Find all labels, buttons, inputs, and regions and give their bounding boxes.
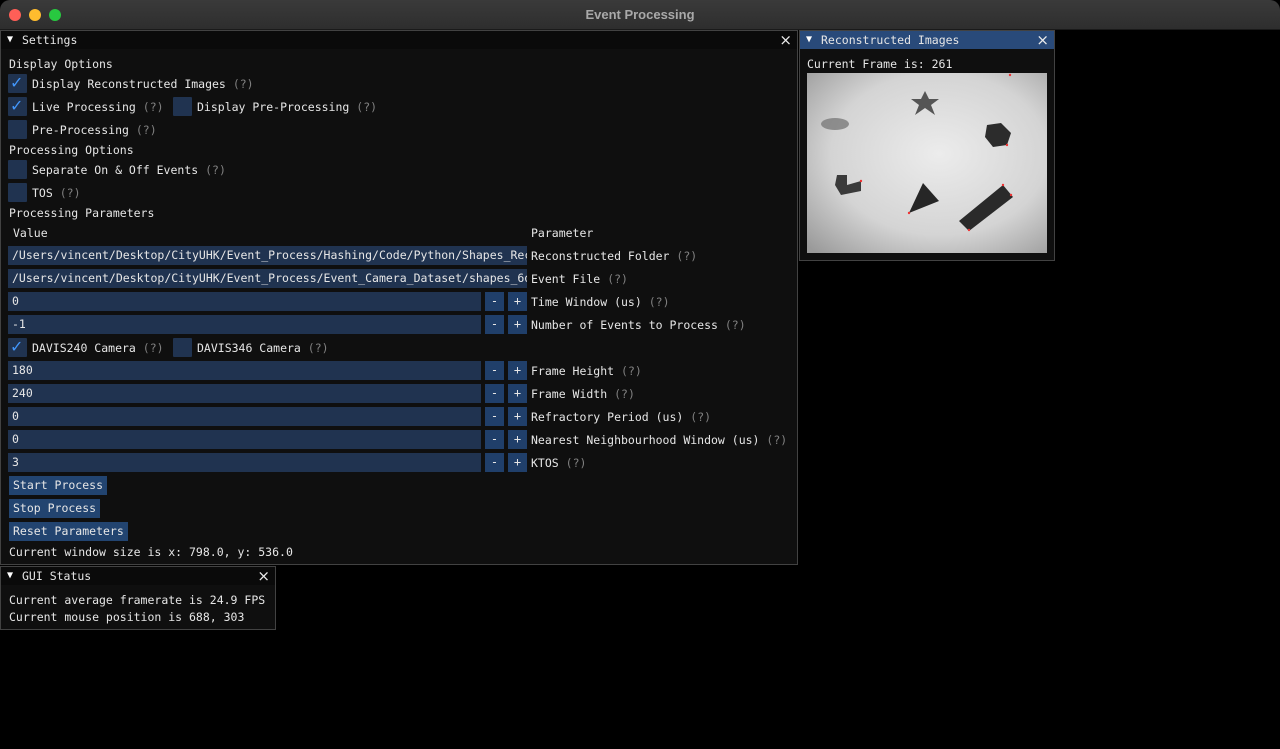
help-marker[interactable]: (?) <box>356 100 377 114</box>
frame-height-decrement-button[interactable]: - <box>485 361 504 380</box>
help-marker[interactable]: (?) <box>233 77 254 91</box>
frame-width-input[interactable]: 240 <box>8 384 481 403</box>
settings-panel: ▼ Settings × Display Options Display Rec… <box>0 30 798 565</box>
reconstructed-images-panel: ▼ Reconstructed Images × Current Frame i… <box>799 30 1055 261</box>
close-icon[interactable]: × <box>779 31 792 49</box>
display-reconstructed-checkbox[interactable] <box>8 73 27 93</box>
reconstructed-folder-label: Reconstructed Folder (?) <box>531 249 698 263</box>
time-window-decrement-button[interactable]: - <box>485 292 504 311</box>
settings-title: Settings <box>22 33 78 47</box>
app-window: Event Processing ▼ Settings × Display Op… <box>0 0 1280 749</box>
reconstructed-folder-input[interactable]: /Users/vincent/Desktop/CityUHK/Event_Pro… <box>8 246 527 265</box>
window-size-text: Current window size is x: 798.0, y: 536.… <box>9 545 293 559</box>
display-options-heading: Display Options <box>9 57 113 71</box>
reconstructed-image <box>807 73 1047 253</box>
mouse-position-text: Current mouse position is 688, 303 <box>9 610 245 624</box>
help-marker[interactable]: (?) <box>143 100 164 114</box>
close-icon[interactable]: × <box>257 567 270 585</box>
ktos-increment-button[interactable]: + <box>508 453 527 472</box>
refractory-increment-button[interactable]: + <box>508 407 527 426</box>
time-window-increment-button[interactable]: + <box>508 292 527 311</box>
davis346-checkbox[interactable] <box>173 338 192 357</box>
refractory-label: Refractory Period (us) (?) <box>531 410 712 424</box>
gui-status-title: GUI Status <box>22 569 92 583</box>
close-icon[interactable]: × <box>1036 31 1049 49</box>
preprocessing-label: Pre-Processing (?) <box>32 123 157 137</box>
nearest-neighbourhood-increment-button[interactable]: + <box>508 430 527 449</box>
current-frame-text: Current Frame is: 261 <box>807 57 953 71</box>
reset-parameters-button[interactable]: Reset Parameters <box>9 522 128 541</box>
frame-width-label: Frame Width (?) <box>531 387 635 401</box>
separate-on-off-label: Separate On & Off Events (?) <box>32 163 226 177</box>
ktos-decrement-button[interactable]: - <box>485 453 504 472</box>
gui-status-header[interactable]: ▼ GUI Status × <box>1 567 275 585</box>
start-process-button[interactable]: Start Process <box>9 476 108 495</box>
stop-process-button[interactable]: Stop Process <box>9 499 101 518</box>
help-marker[interactable]: (?) <box>676 249 697 263</box>
reconstructed-header[interactable]: ▼ Reconstructed Images × <box>800 31 1054 49</box>
help-marker[interactable]: (?) <box>60 186 81 200</box>
davis240-label: DAVIS240 Camera (?) <box>32 341 164 355</box>
processing-options-heading: Processing Options <box>9 143 134 157</box>
help-marker[interactable]: (?) <box>205 163 226 177</box>
num-events-increment-button[interactable]: + <box>508 315 527 334</box>
help-marker[interactable]: (?) <box>690 410 711 424</box>
help-marker[interactable]: (?) <box>725 318 746 332</box>
help-marker[interactable]: (?) <box>308 341 329 355</box>
help-marker[interactable]: (?) <box>136 123 157 137</box>
tos-checkbox[interactable] <box>8 183 27 202</box>
event-file-label: Event File (?) <box>531 272 628 286</box>
help-marker[interactable]: (?) <box>143 341 164 355</box>
window-titlebar: Event Processing <box>0 0 1280 30</box>
refractory-input[interactable]: 0 <box>8 407 481 426</box>
display-reconstructed-label: Display Reconstructed Images (?) <box>32 77 254 91</box>
help-marker[interactable]: (?) <box>621 364 642 378</box>
nearest-neighbourhood-decrement-button[interactable]: - <box>485 430 504 449</box>
help-marker[interactable]: (?) <box>607 272 628 286</box>
frame-height-label: Frame Height (?) <box>531 364 642 378</box>
processing-parameters-heading: Processing Parameters <box>9 206 155 220</box>
refractory-decrement-button[interactable]: - <box>485 407 504 426</box>
settings-header[interactable]: ▼ Settings × <box>1 31 797 49</box>
frame-height-increment-button[interactable]: + <box>508 361 527 380</box>
parameter-column-header: Parameter <box>531 226 594 240</box>
frame-height-input[interactable]: 180 <box>8 361 481 380</box>
num-events-label: Number of Events to Process (?) <box>531 318 746 332</box>
event-file-input[interactable]: /Users/vincent/Desktop/CityUHK/Event_Pro… <box>8 269 527 288</box>
framerate-text: Current average framerate is 24.9 FPS <box>9 593 266 607</box>
time-window-label: Time Window (us) (?) <box>531 295 670 309</box>
reconstructed-title: Reconstructed Images <box>821 33 960 47</box>
nearest-neighbourhood-label: Nearest Neighbourhood Window (us) (?) <box>531 433 788 447</box>
davis240-checkbox[interactable] <box>8 337 27 357</box>
help-marker[interactable]: (?) <box>766 433 787 447</box>
davis346-label: DAVIS346 Camera (?) <box>197 341 329 355</box>
gui-status-panel: ▼ GUI Status × Current average framerate… <box>0 566 276 630</box>
display-preprocessing-checkbox[interactable] <box>173 97 192 116</box>
preprocessing-checkbox[interactable] <box>8 120 27 139</box>
reconstructed-frame-image <box>807 73 1047 253</box>
value-column-header: Value <box>13 226 48 240</box>
help-marker[interactable]: (?) <box>649 295 670 309</box>
collapse-triangle-icon[interactable]: ▼ <box>7 570 13 581</box>
display-preprocessing-label: Display Pre-Processing (?) <box>197 100 378 114</box>
frame-width-increment-button[interactable]: + <box>508 384 527 403</box>
help-marker[interactable]: (?) <box>614 387 635 401</box>
num-events-decrement-button[interactable]: - <box>485 315 504 334</box>
nearest-neighbourhood-input[interactable]: 0 <box>8 430 481 449</box>
help-marker[interactable]: (?) <box>566 456 587 470</box>
separate-on-off-checkbox[interactable] <box>8 160 27 179</box>
tos-label: TOS (?) <box>32 186 81 200</box>
ktos-input[interactable]: 3 <box>8 453 481 472</box>
window-title: Event Processing <box>585 7 695 22</box>
ktos-label: KTOS (?) <box>531 456 587 470</box>
collapse-triangle-icon[interactable]: ▼ <box>806 34 812 45</box>
collapse-triangle-icon[interactable]: ▼ <box>7 34 13 45</box>
time-window-input[interactable]: 0 <box>8 292 481 311</box>
live-processing-label: Live Processing (?) <box>32 100 164 114</box>
num-events-input[interactable]: -1 <box>8 315 481 334</box>
frame-width-decrement-button[interactable]: - <box>485 384 504 403</box>
live-processing-checkbox[interactable] <box>8 96 27 116</box>
